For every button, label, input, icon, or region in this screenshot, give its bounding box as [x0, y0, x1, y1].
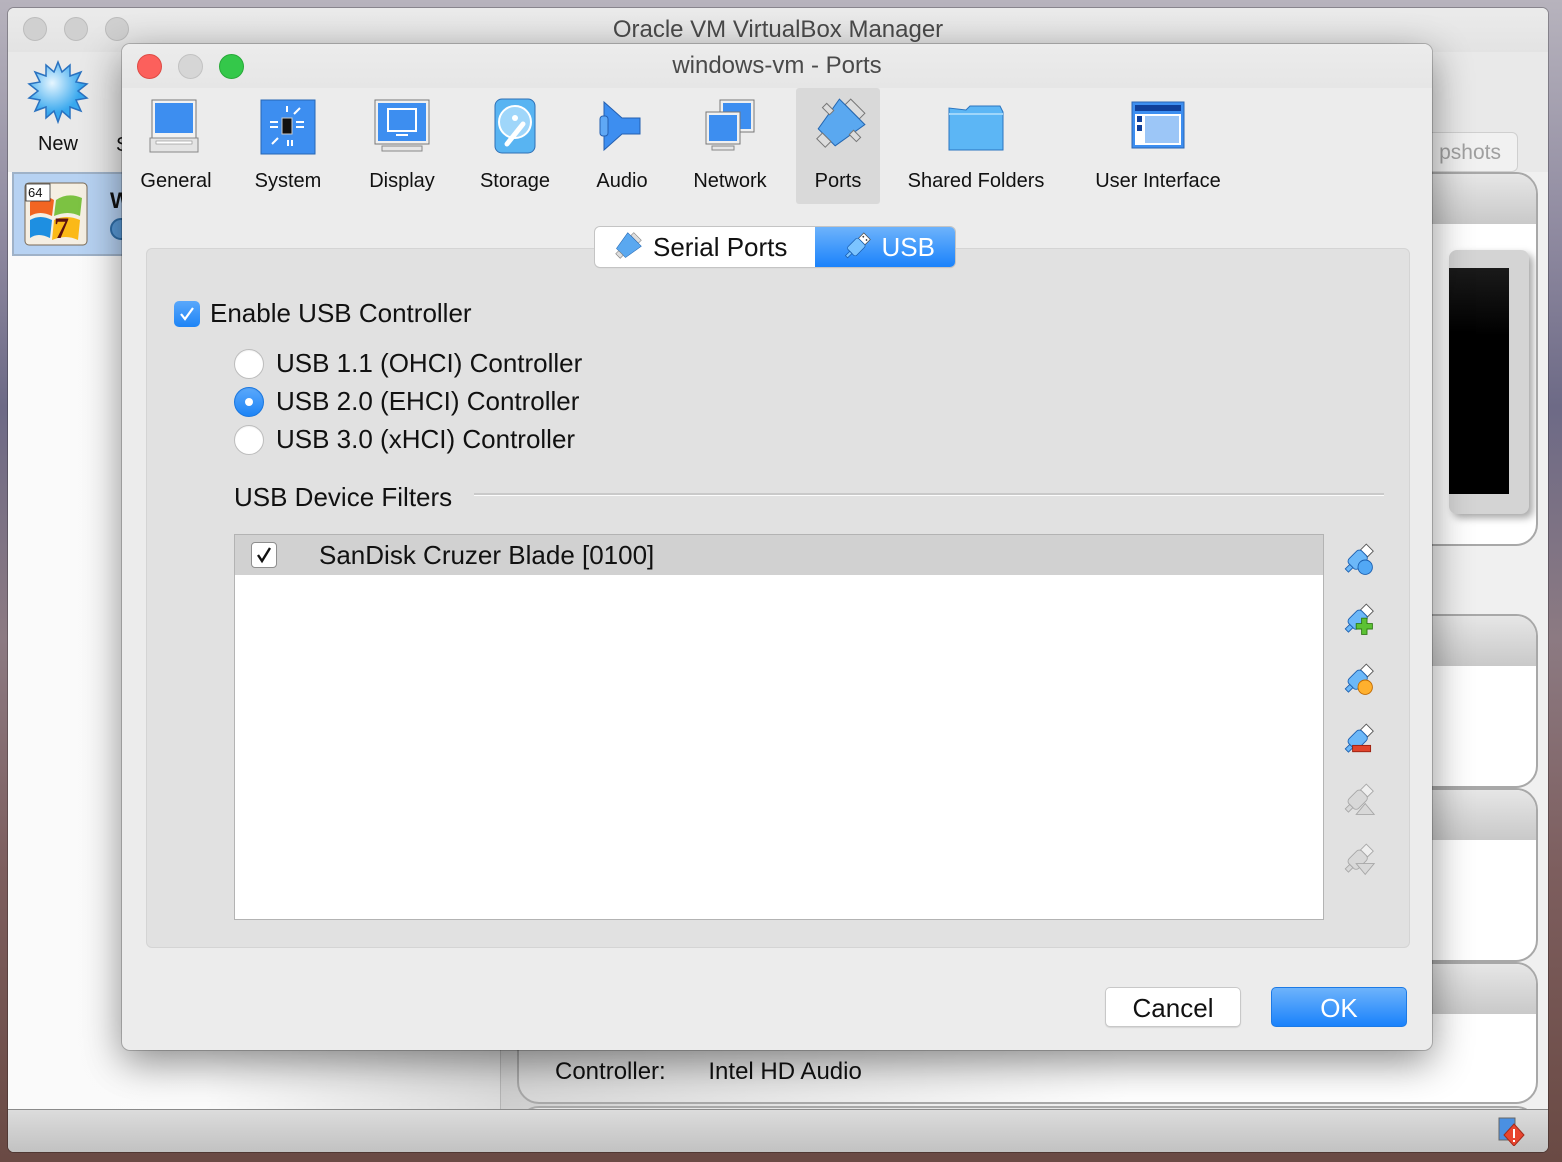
ok-button[interactable]: OK [1271, 987, 1407, 1027]
category-network[interactable]: Network [684, 88, 776, 204]
category-shared-folders[interactable]: Shared Folders [902, 88, 1050, 204]
checkmark-icon [257, 547, 272, 564]
usb-add-empty-icon [1344, 543, 1374, 575]
category-display[interactable]: Display [360, 88, 444, 204]
dialog-titlebar: windows-vm - Ports [122, 44, 1432, 88]
system-icon [260, 99, 316, 155]
usb-move-down-icon [1344, 843, 1376, 876]
enable-usb-checkbox[interactable]: Enable USB Controller [174, 298, 472, 329]
new-label: New [37, 133, 78, 155]
tab-label: USB [881, 231, 935, 262]
category-audio[interactable]: Audio [584, 88, 660, 204]
category-system[interactable]: System [246, 88, 330, 204]
ports-tabs: Serial Ports USB [595, 227, 955, 267]
category-ports[interactable]: Ports [796, 88, 880, 204]
settings-categories: General System Display Storage Audio Net… [122, 88, 1432, 204]
category-label: System [254, 170, 322, 192]
usb30-radio[interactable]: USB 3.0 (xHCI) Controller [234, 424, 575, 455]
filter-name: SanDisk Cruzer Blade [0100] [319, 539, 655, 570]
os-badge: 64 [28, 185, 42, 200]
usb20-radio[interactable]: USB 2.0 (EHCI) Controller [234, 386, 579, 417]
dialog-title: windows-vm - Ports [672, 52, 882, 79]
edit-filter-button[interactable] [1340, 662, 1376, 698]
usb-device-filters-heading: USB Device Filters [234, 482, 453, 512]
serial-port-icon [615, 232, 642, 259]
usb-add-icon [1344, 603, 1374, 635]
settings-dialog: windows-vm - Ports General System Displa… [122, 44, 1432, 1050]
tab-label: Serial Ports [653, 231, 788, 262]
audio-controller-value: Intel HD Audio [708, 1058, 862, 1085]
filter-enabled-checkbox[interactable] [251, 542, 277, 568]
category-storage[interactable]: Storage [472, 88, 558, 204]
radio-button-selected[interactable] [234, 386, 264, 417]
ports-icon [816, 98, 866, 148]
vm-preview [1449, 250, 1529, 514]
radio-label: USB 3.0 (xHCI) Controller [276, 424, 576, 454]
radio-button[interactable] [234, 348, 264, 379]
usb-remove-icon [1344, 723, 1374, 753]
usb11-radio[interactable]: USB 1.1 (OHCI) Controller [234, 348, 582, 379]
checkbox-checked[interactable] [174, 300, 200, 327]
filter-row[interactable]: SanDisk Cruzer Blade [0100] [235, 535, 1323, 575]
category-label: Shared Folders [907, 170, 1045, 192]
category-label: Display [369, 170, 435, 192]
tab-usb[interactable]: USB [815, 227, 955, 267]
os-version-label: 7 [54, 212, 69, 245]
windows7-os-icon: 7 64 [24, 182, 88, 246]
add-filter-from-device-button[interactable] [1340, 602, 1376, 638]
category-label: Audio [596, 170, 648, 192]
storage-icon [494, 98, 536, 154]
network-icon [705, 99, 755, 151]
usb-filter-list[interactable]: SanDisk Cruzer Blade [0100] [234, 534, 1324, 920]
shared-folders-icon [948, 105, 1004, 151]
move-filter-up-button[interactable] [1340, 782, 1376, 818]
category-label: Storage [479, 170, 551, 192]
category-label: Network [693, 170, 767, 192]
move-filter-down-button[interactable] [1340, 842, 1376, 878]
new-starburst-icon [27, 59, 89, 125]
radio-label: USB 2.0 (EHCI) Controller [276, 386, 580, 416]
category-label: User Interface [1095, 170, 1221, 192]
tab-serial-ports[interactable]: Serial Ports [595, 227, 815, 267]
checkmark-icon [180, 306, 194, 321]
category-label: General [140, 170, 212, 192]
separator [474, 493, 1384, 496]
user-interface-icon [1131, 101, 1185, 149]
add-empty-filter-button[interactable] [1340, 542, 1376, 578]
category-user-interface[interactable]: User Interface [1088, 88, 1228, 204]
remove-filter-button[interactable] [1340, 722, 1376, 758]
category-general[interactable]: General [134, 88, 218, 204]
radio-label: USB 1.1 (OHCI) Controller [276, 348, 583, 378]
category-label: Ports [814, 170, 862, 192]
radio-button[interactable] [234, 424, 264, 455]
general-icon [149, 99, 199, 153]
display-icon [374, 99, 430, 152]
manager-statusbar [8, 1109, 1548, 1152]
network-warning-icon[interactable] [1496, 1116, 1526, 1146]
new-button[interactable]: New [18, 59, 98, 156]
usb-edit-icon [1344, 663, 1374, 695]
audio-controller-label: Controller: [555, 1058, 666, 1085]
audio-icon [599, 100, 641, 152]
usb-icon [844, 232, 871, 259]
usb-move-up-icon [1344, 783, 1376, 815]
cancel-button[interactable]: Cancel [1105, 987, 1241, 1027]
manager-title: Oracle VM VirtualBox Manager [612, 16, 944, 43]
enable-usb-label: Enable USB Controller [210, 298, 472, 328]
